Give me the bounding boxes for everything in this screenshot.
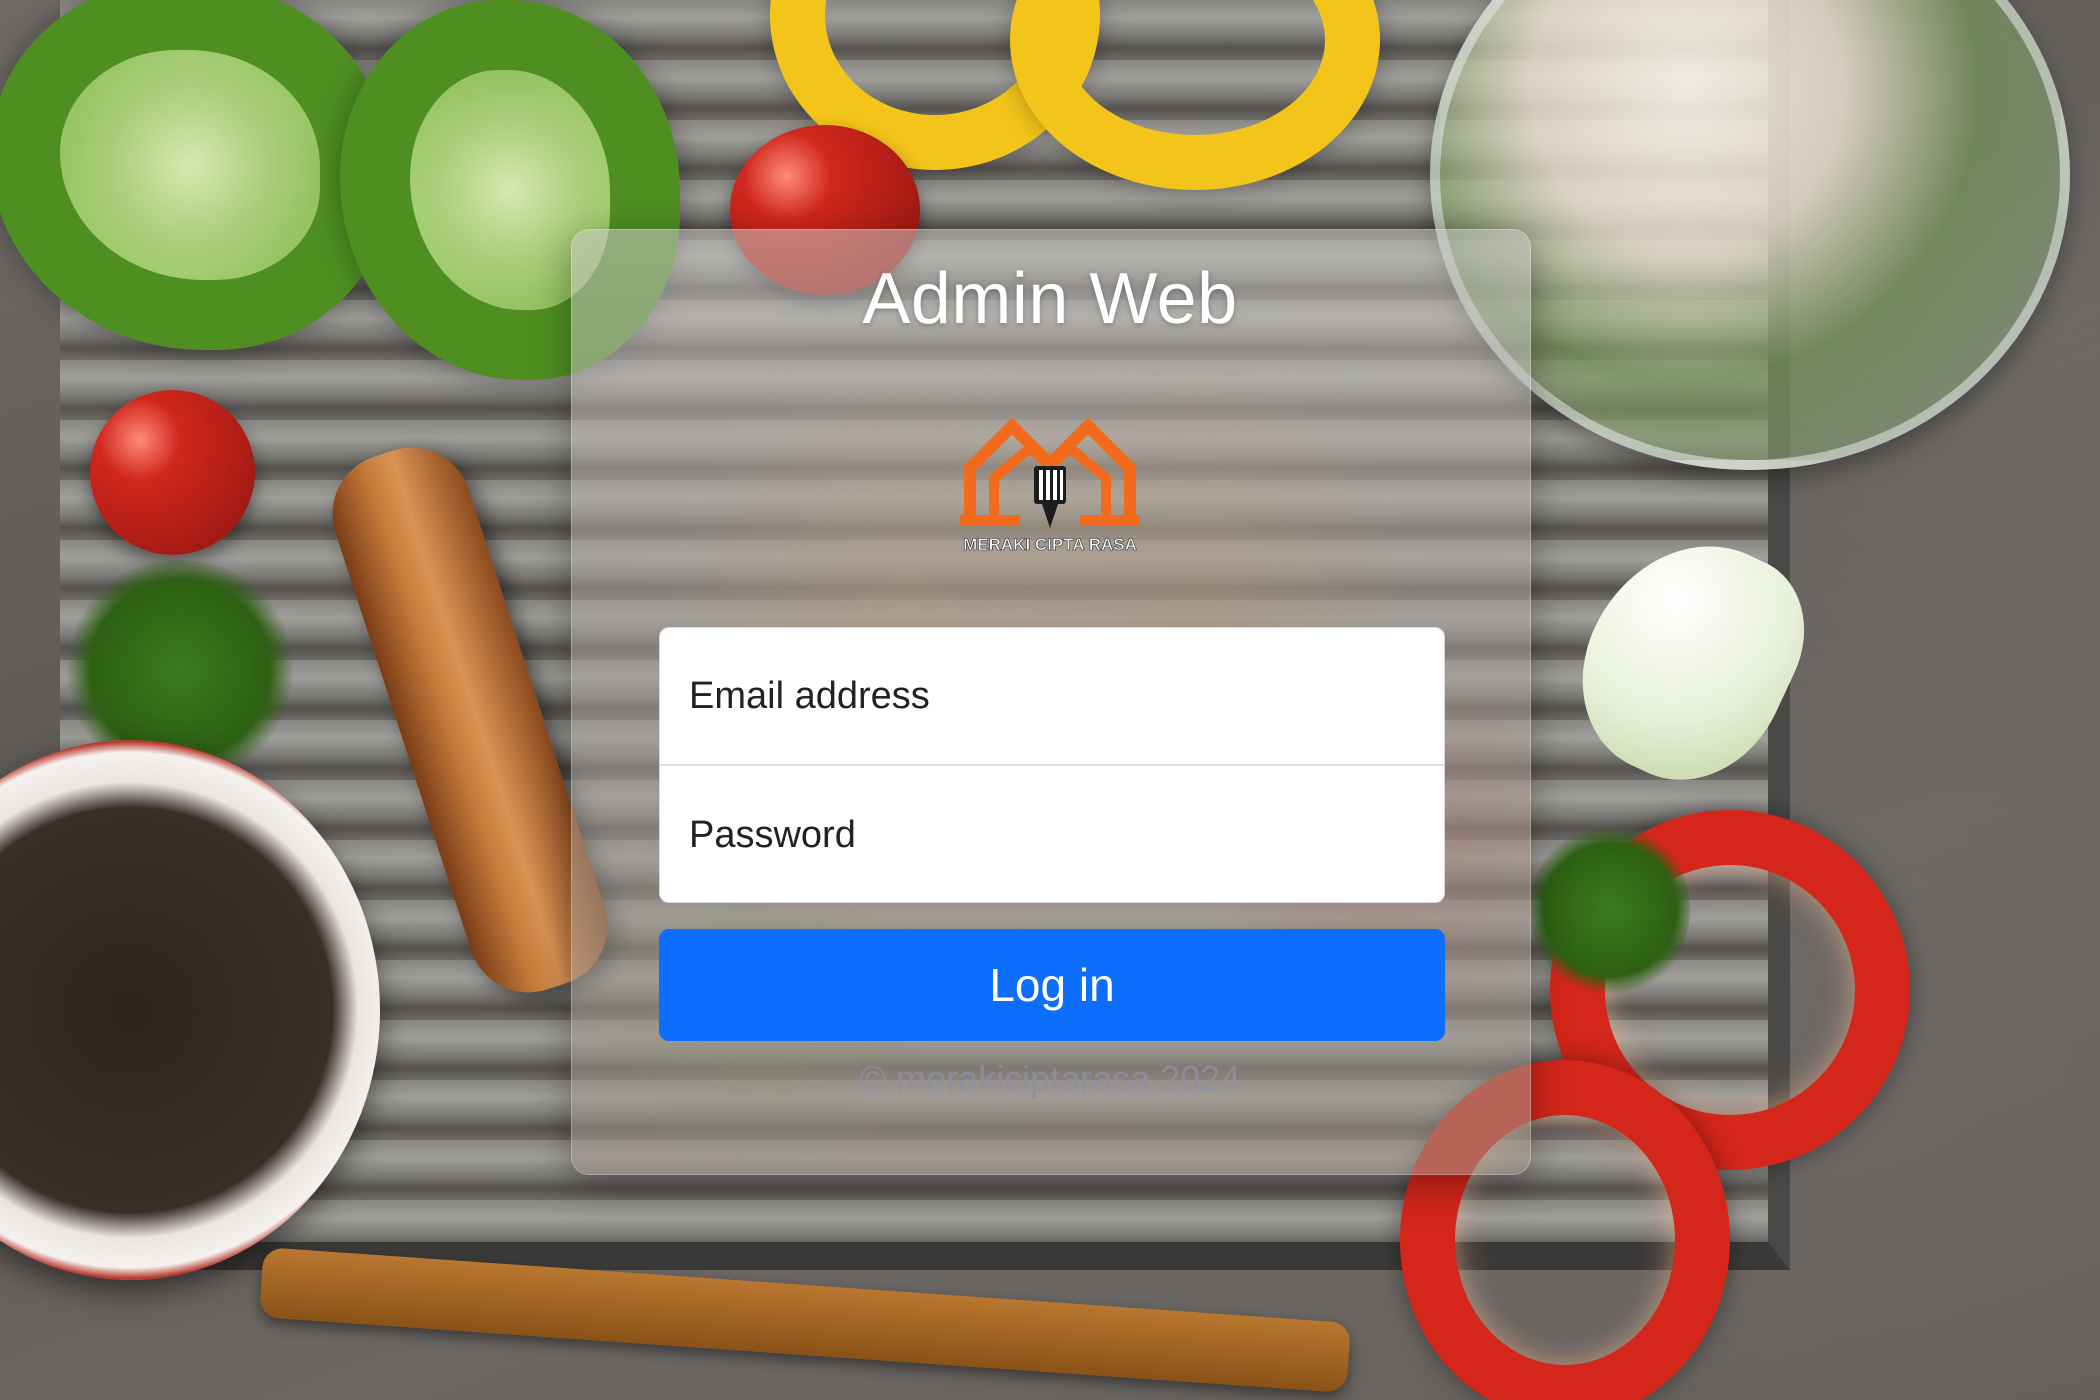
background-tomato: [90, 390, 255, 555]
login-button[interactable]: Log in: [659, 929, 1445, 1041]
background-parsley: [1530, 820, 1690, 1000]
page-title: Admin Web: [862, 259, 1238, 339]
login-form: Email address Password: [659, 627, 1445, 903]
logo-wordmark: MERAKI CIPTA RASA: [963, 535, 1137, 554]
email-field-placeholder: Email address: [689, 674, 930, 717]
copyright-footer: © merakiciptarasa 2024: [859, 1058, 1241, 1099]
brand-logo: MERAKI CIPTA RASA: [960, 417, 1140, 554]
spatula-icon: [1034, 466, 1066, 528]
password-field[interactable]: Password: [660, 766, 1444, 902]
password-field-placeholder: Password: [689, 813, 856, 856]
login-page: Admin Web MERAKI CIPTA RASA Email addres…: [0, 0, 2100, 1400]
email-field[interactable]: Email address: [660, 628, 1444, 766]
